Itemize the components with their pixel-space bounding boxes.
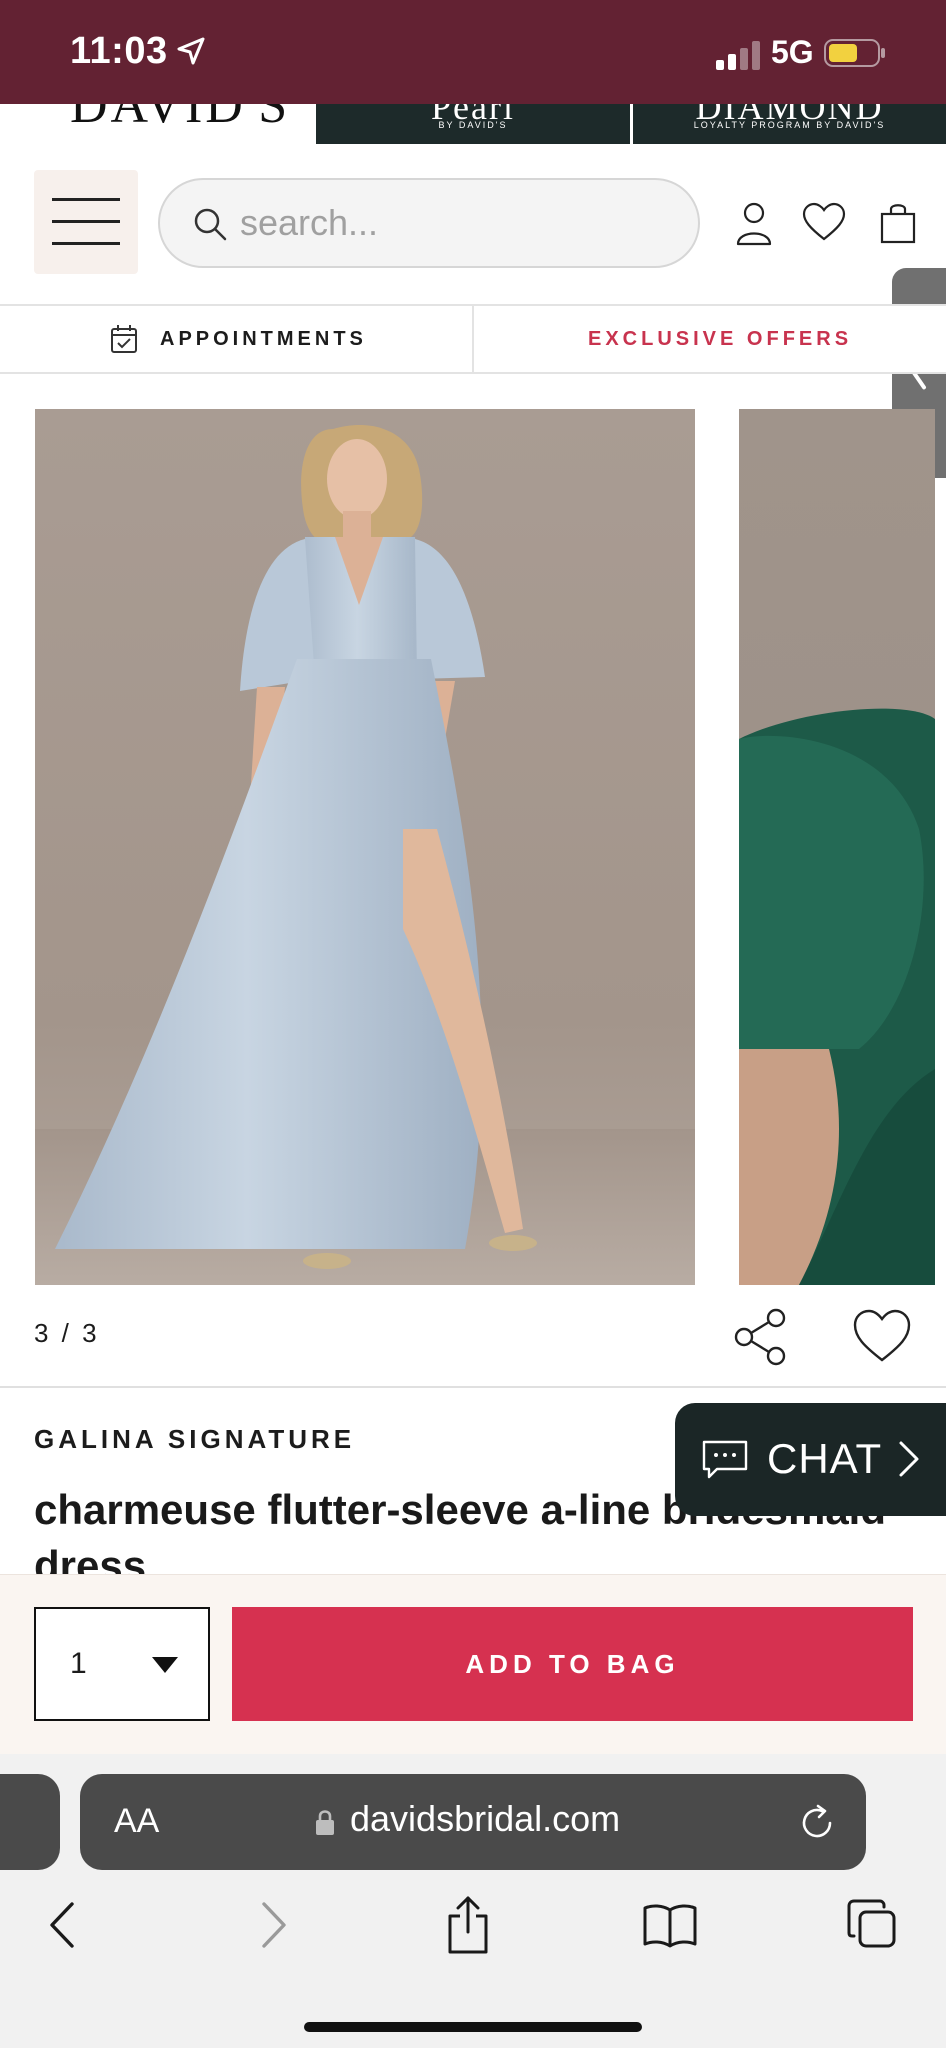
chat-label: CHAT xyxy=(767,1435,883,1482)
diamond-subtitle: LOYALTY PROGRAM BY DAVID'S xyxy=(693,120,886,130)
previous-tab-preview[interactable] xyxy=(0,1774,60,1870)
quantity-value: 1 xyxy=(70,1647,87,1680)
sub-navigation: APPOINTMENTS EXCLUSIVE OFFERS xyxy=(0,304,946,374)
search-icon xyxy=(194,208,227,241)
davids-logo[interactable]: DAVID'S xyxy=(70,104,290,135)
appointments-label: APPOINTMENTS xyxy=(160,328,367,350)
location-arrow-icon xyxy=(177,37,205,65)
home-indicator[interactable] xyxy=(304,2022,642,2032)
bookmarks-icon[interactable] xyxy=(642,1902,698,1948)
product-image-next[interactable] xyxy=(739,409,935,1285)
url-text: davidsbridal.com xyxy=(350,1798,621,1839)
add-to-bag-button[interactable]: ADD TO BAG xyxy=(232,1607,913,1721)
reader-options-button[interactable]: AA xyxy=(114,1802,159,1841)
brand-strip: DAVID'S Pearl BY DAVID'S DIAMOND LOYALTY… xyxy=(0,104,946,144)
section-divider xyxy=(0,1386,946,1388)
forward-arrow-icon[interactable] xyxy=(258,1900,288,1950)
network-type: 5G xyxy=(771,34,814,70)
reload-icon[interactable] xyxy=(798,1804,836,1842)
quantity-select[interactable]: 1 xyxy=(34,1607,210,1721)
menu-button[interactable] xyxy=(34,170,138,274)
subnav-divider xyxy=(472,306,474,372)
diamond-banner[interactable]: DIAMOND LOYALTY PROGRAM BY DAVID'S xyxy=(633,104,946,144)
image-counter: 3 / 3 xyxy=(34,1318,100,1348)
address-bar[interactable]: AA davidsbridal.com xyxy=(80,1774,866,1870)
tabs-icon[interactable] xyxy=(846,1898,898,1950)
product-brand[interactable]: GALINA SIGNATURE xyxy=(34,1424,355,1455)
battery-icon xyxy=(824,39,885,67)
lock-icon xyxy=(316,1810,334,1835)
favorite-heart-icon[interactable] xyxy=(852,1308,912,1364)
product-image-main[interactable] xyxy=(35,409,695,1285)
pearl-logo: Pearl xyxy=(431,104,515,127)
back-arrow-icon[interactable] xyxy=(48,1900,78,1950)
browser-toolbar: AA davidsbridal.com xyxy=(0,1754,946,2048)
model-green-dress-illustration xyxy=(739,708,935,1285)
shopping-bag-icon[interactable] xyxy=(878,200,918,244)
status-bar: 11:03 5G xyxy=(0,0,946,104)
hamburger-line xyxy=(52,198,120,201)
cellular-signal-icon xyxy=(716,41,760,70)
diamond-logo: DIAMOND xyxy=(695,104,884,127)
model-blue-dress-illustration xyxy=(35,425,695,1285)
hamburger-line xyxy=(52,242,120,245)
chat-button[interactable]: CHAT xyxy=(675,1403,946,1516)
chevron-right-icon xyxy=(899,1441,919,1477)
pearl-subtitle: BY DAVID'S xyxy=(438,120,508,130)
share-icon[interactable] xyxy=(732,1308,790,1366)
search-bar[interactable] xyxy=(158,178,700,268)
caret-down-icon xyxy=(152,1657,178,1673)
purchase-bar: 1 ADD TO BAG xyxy=(0,1574,946,1754)
search-input[interactable] xyxy=(240,198,660,248)
site-header xyxy=(0,144,946,478)
status-time: 11:03 xyxy=(70,30,168,72)
chat-bubble-icon xyxy=(702,1440,748,1479)
account-icon[interactable] xyxy=(734,200,774,246)
wishlist-heart-icon[interactable] xyxy=(802,202,846,242)
pearl-banner[interactable]: Pearl BY DAVID'S xyxy=(316,104,630,144)
calendar-icon xyxy=(111,325,137,353)
hamburger-line xyxy=(52,220,120,223)
exclusive-offers-link[interactable]: EXCLUSIVE OFFERS xyxy=(588,328,852,351)
share-sheet-icon[interactable] xyxy=(444,1894,492,1956)
